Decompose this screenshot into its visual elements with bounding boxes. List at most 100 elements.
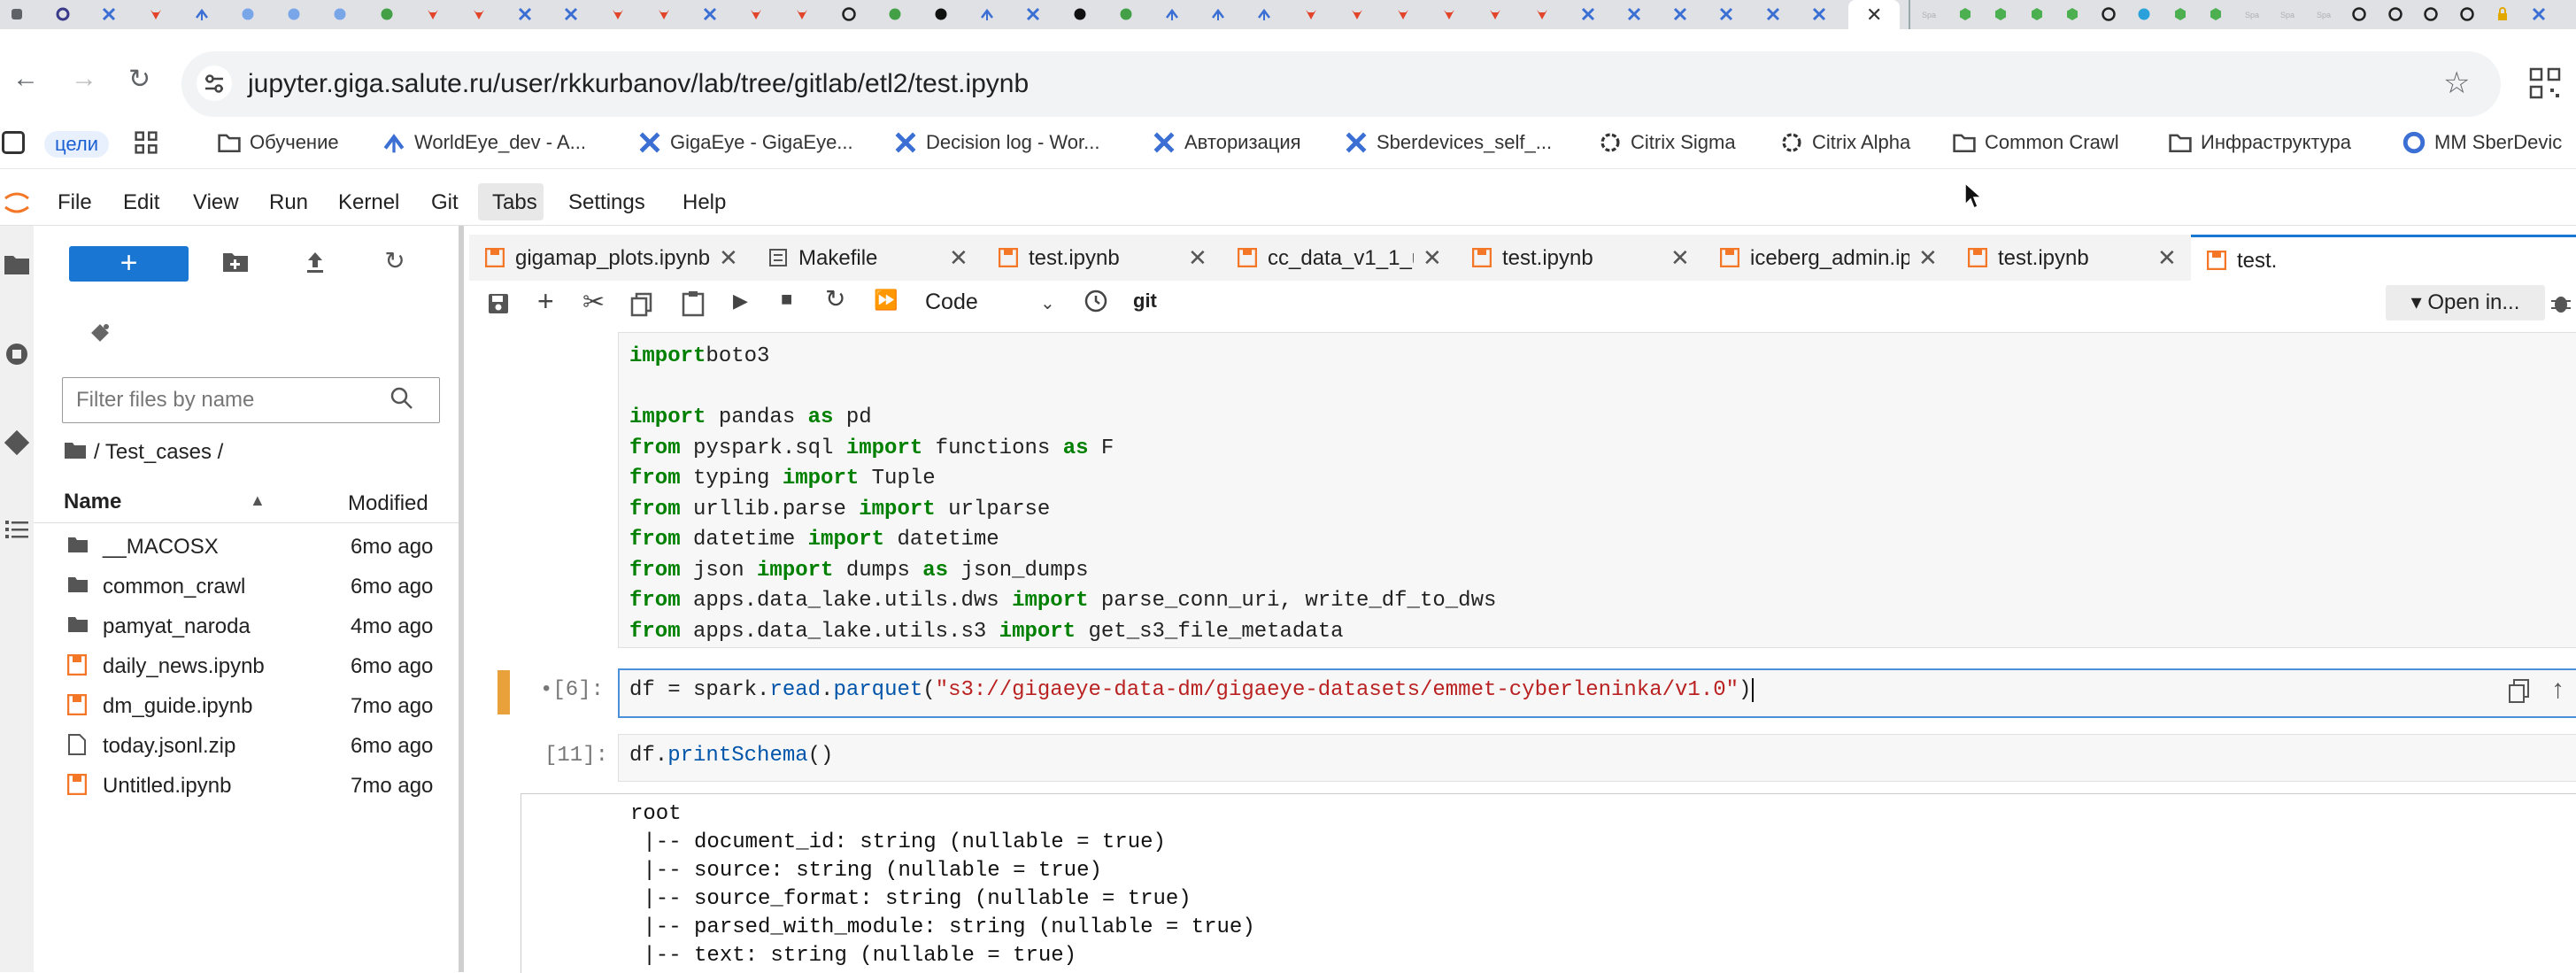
browser-tab[interactable] — [51, 4, 74, 24]
close-tab-icon[interactable]: ✕ — [1670, 244, 1690, 272]
notebook-tab[interactable]: gigamap_plots.ipynb ✕ — [469, 235, 753, 281]
browser-tab[interactable] — [606, 4, 629, 24]
bookmark-item[interactable] — [135, 131, 158, 154]
browser-tab[interactable] — [559, 4, 582, 24]
bookmark-item[interactable]: Авторизация — [1153, 131, 1301, 154]
cut-icon[interactable]: ✂ — [582, 287, 605, 318]
browser-tab[interactable] — [2025, 4, 2048, 24]
browser-tab[interactable] — [976, 4, 999, 24]
browser-tab[interactable] — [2204, 4, 2227, 24]
browser-tab[interactable] — [698, 4, 721, 24]
menu-edit[interactable]: Edit — [123, 190, 159, 215]
browser-tab[interactable]: Spark — [2241, 4, 2266, 24]
bookmark-item[interactable]: Common Crawl — [1953, 131, 2119, 154]
browser-tab[interactable] — [1392, 4, 1415, 24]
sort-ascending-icon[interactable]: ▲ — [250, 491, 266, 510]
new-launcher-button[interactable]: + — [69, 246, 189, 282]
file-row[interactable]: pamyat_naroda 4mo ago — [34, 606, 459, 645]
browser-tab[interactable] — [5, 4, 28, 24]
browser-tab[interactable]: Spark — [2276, 4, 2302, 24]
browser-tab[interactable] — [1762, 4, 1785, 24]
upload-icon[interactable] — [301, 250, 329, 278]
code-cell-active-source[interactable]: df = spark.read.parquet("s3://gigaeye-da… — [629, 678, 1755, 702]
bookmark-item[interactable]: WorldEye_dev - A... — [382, 131, 586, 154]
file-row[interactable]: common_crawl 6mo ago — [34, 566, 459, 605]
reload-icon[interactable]: ↻ — [128, 64, 150, 95]
folder-tab-icon[interactable] — [4, 252, 30, 280]
close-tab-icon[interactable]: ✕ — [949, 244, 968, 272]
browser-tab[interactable] — [837, 4, 860, 24]
qr-code-icon[interactable] — [2527, 66, 2563, 101]
browser-tab[interactable] — [421, 4, 444, 24]
browser-tab[interactable] — [744, 4, 767, 24]
browser-tab[interactable] — [2384, 4, 2407, 24]
browser-tab[interactable] — [1346, 4, 1369, 24]
browser-tab[interactable] — [1253, 4, 1276, 24]
git-clone-icon[interactable] — [89, 321, 112, 349]
browser-tab[interactable] — [1531, 4, 1554, 24]
run-icon[interactable]: ▶ — [733, 290, 748, 313]
browser-tab[interactable] — [1161, 4, 1184, 24]
browser-tab[interactable] — [1623, 4, 1646, 24]
column-header-name[interactable]: Name — [64, 490, 121, 514]
file-row[interactable]: dm_guide.ipynb 7mo ago — [34, 685, 459, 724]
browser-tab[interactable] — [2097, 4, 2120, 24]
site-settings-icon[interactable] — [197, 66, 232, 101]
file-row[interactable]: daily_news.ipynb 6mo ago — [34, 645, 459, 684]
browser-tab[interactable]: Spark — [1917, 4, 1943, 24]
browser-tab[interactable] — [1577, 4, 1600, 24]
browser-tab[interactable] — [2133, 4, 2156, 24]
browser-tab[interactable] — [328, 4, 351, 24]
browser-tab[interactable] — [2169, 4, 2192, 24]
browser-tab[interactable] — [929, 4, 953, 24]
browser-tab[interactable] — [1808, 4, 1831, 24]
refresh-icon[interactable]: ↻ — [381, 246, 409, 274]
file-row[interactable]: today.jsonl.zip 6mo ago — [34, 725, 459, 764]
browser-tab[interactable] — [375, 4, 398, 24]
clock-icon[interactable] — [1084, 289, 1108, 318]
file-row[interactable]: __MACOSX 6mo ago — [34, 526, 459, 565]
run-all-icon[interactable]: ⏩ — [874, 289, 898, 312]
browser-tab[interactable] — [791, 4, 814, 24]
save-icon[interactable] — [487, 292, 510, 321]
menu-help[interactable]: Help — [683, 190, 726, 215]
bookmark-star-icon[interactable]: ☆ — [2443, 66, 2470, 101]
browser-tab[interactable]: Spark — [2312, 4, 2338, 24]
browser-tab[interactable] — [1669, 4, 1692, 24]
browser-tab[interactable] — [883, 4, 906, 24]
browser-tab[interactable] — [282, 4, 305, 24]
browser-tab[interactable] — [1989, 4, 2012, 24]
bookmark-item[interactable]: цели — [2, 131, 109, 158]
browser-tab[interactable] — [652, 4, 675, 24]
close-tab-icon[interactable]: ✕ — [1918, 244, 1938, 272]
browser-tab[interactable] — [2061, 4, 2084, 24]
browser-tab[interactable] — [2348, 4, 2371, 24]
browser-tab[interactable] — [1068, 4, 1091, 24]
browser-tab[interactable] — [190, 4, 213, 24]
table-of-contents-icon[interactable] — [4, 518, 30, 545]
browser-tab[interactable] — [2419, 4, 2442, 24]
restart-kernel-icon[interactable]: ↻ — [825, 284, 845, 313]
browser-tab[interactable] — [2527, 4, 2550, 24]
browser-tab[interactable] — [513, 4, 536, 24]
browser-tab[interactable] — [1484, 4, 1507, 24]
browser-tab[interactable] — [1715, 4, 1738, 24]
breadcrumb-folder-icon[interactable] — [64, 440, 87, 464]
notebook-tab[interactable]: iceberg_admin.ipynb ✕ — [1704, 235, 1953, 281]
browser-tab[interactable] — [1954, 4, 1977, 24]
bookmark-item[interactable]: Citrix Sigma — [1599, 131, 1736, 154]
notebook-tab[interactable]: test.ipynb ✕ — [983, 235, 1222, 281]
breadcrumb[interactable]: / Test_cases / — [94, 440, 223, 465]
open-in-button[interactable]: ▾ Open in... — [2386, 285, 2545, 320]
move-cell-up-icon[interactable]: ↑ — [2551, 675, 2564, 705]
git-icon[interactable] — [4, 429, 30, 460]
stop-icon[interactable]: ■ — [781, 288, 792, 311]
close-tab-icon[interactable]: ✕ — [1423, 244, 1442, 272]
bookmark-item[interactable]: Sberdevices_self_... — [1345, 131, 1552, 154]
bookmark-item[interactable]: Инфраструктура — [2169, 131, 2351, 154]
bookmark-item[interactable]: Decision log - Wor... — [894, 131, 1099, 154]
bookmark-item[interactable]: GigaEye - GigaEye... — [638, 131, 853, 154]
code-cell-print-schema[interactable] — [618, 734, 2576, 782]
notebook-tab[interactable]: Makefile ✕ — [752, 235, 983, 281]
menu-view[interactable]: View — [193, 190, 239, 215]
